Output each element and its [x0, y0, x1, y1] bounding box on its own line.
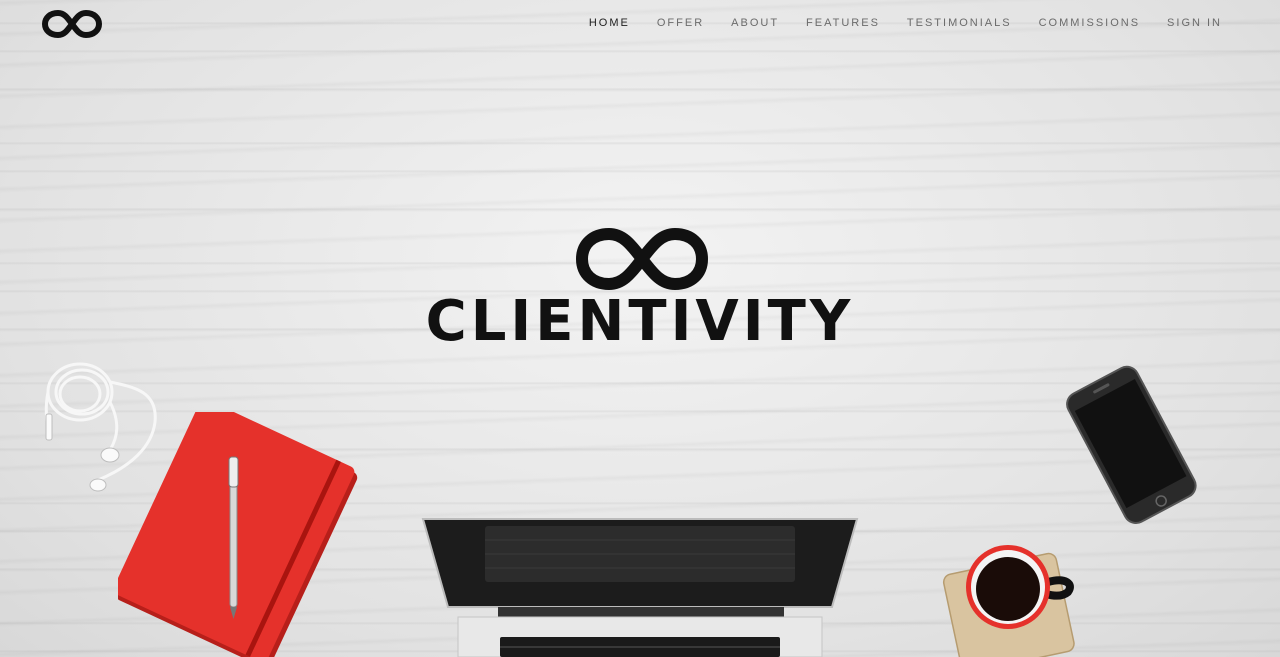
nav-offer[interactable]: OFFER	[657, 17, 704, 29]
nav-features[interactable]: FEATURES	[806, 17, 880, 29]
nav-commissions[interactable]: COMMISSIONS	[1039, 17, 1140, 29]
brand-logo-icon	[576, 228, 708, 290]
nav-testimonials[interactable]: TESTIMONIALS	[907, 17, 1012, 29]
brand-name: CLIENTIVITY	[425, 289, 855, 354]
top-navigation-bar: HOME OFFER ABOUT FEATURES TESTIMONIALS C…	[0, 0, 1280, 48]
nav-sign-in[interactable]: SIGN IN	[1167, 17, 1222, 29]
nav-home[interactable]: HOME	[589, 17, 630, 29]
infinity-logo-icon[interactable]	[42, 10, 102, 38]
nav-about[interactable]: ABOUT	[731, 17, 779, 29]
smartphone-image	[1066, 365, 1197, 525]
coffee-cup-image	[942, 545, 1075, 657]
laptop-image	[421, 518, 859, 657]
main-nav: HOME OFFER ABOUT FEATURES TESTIMONIALS C…	[562, 17, 1222, 29]
red-notebook-image	[118, 412, 358, 657]
